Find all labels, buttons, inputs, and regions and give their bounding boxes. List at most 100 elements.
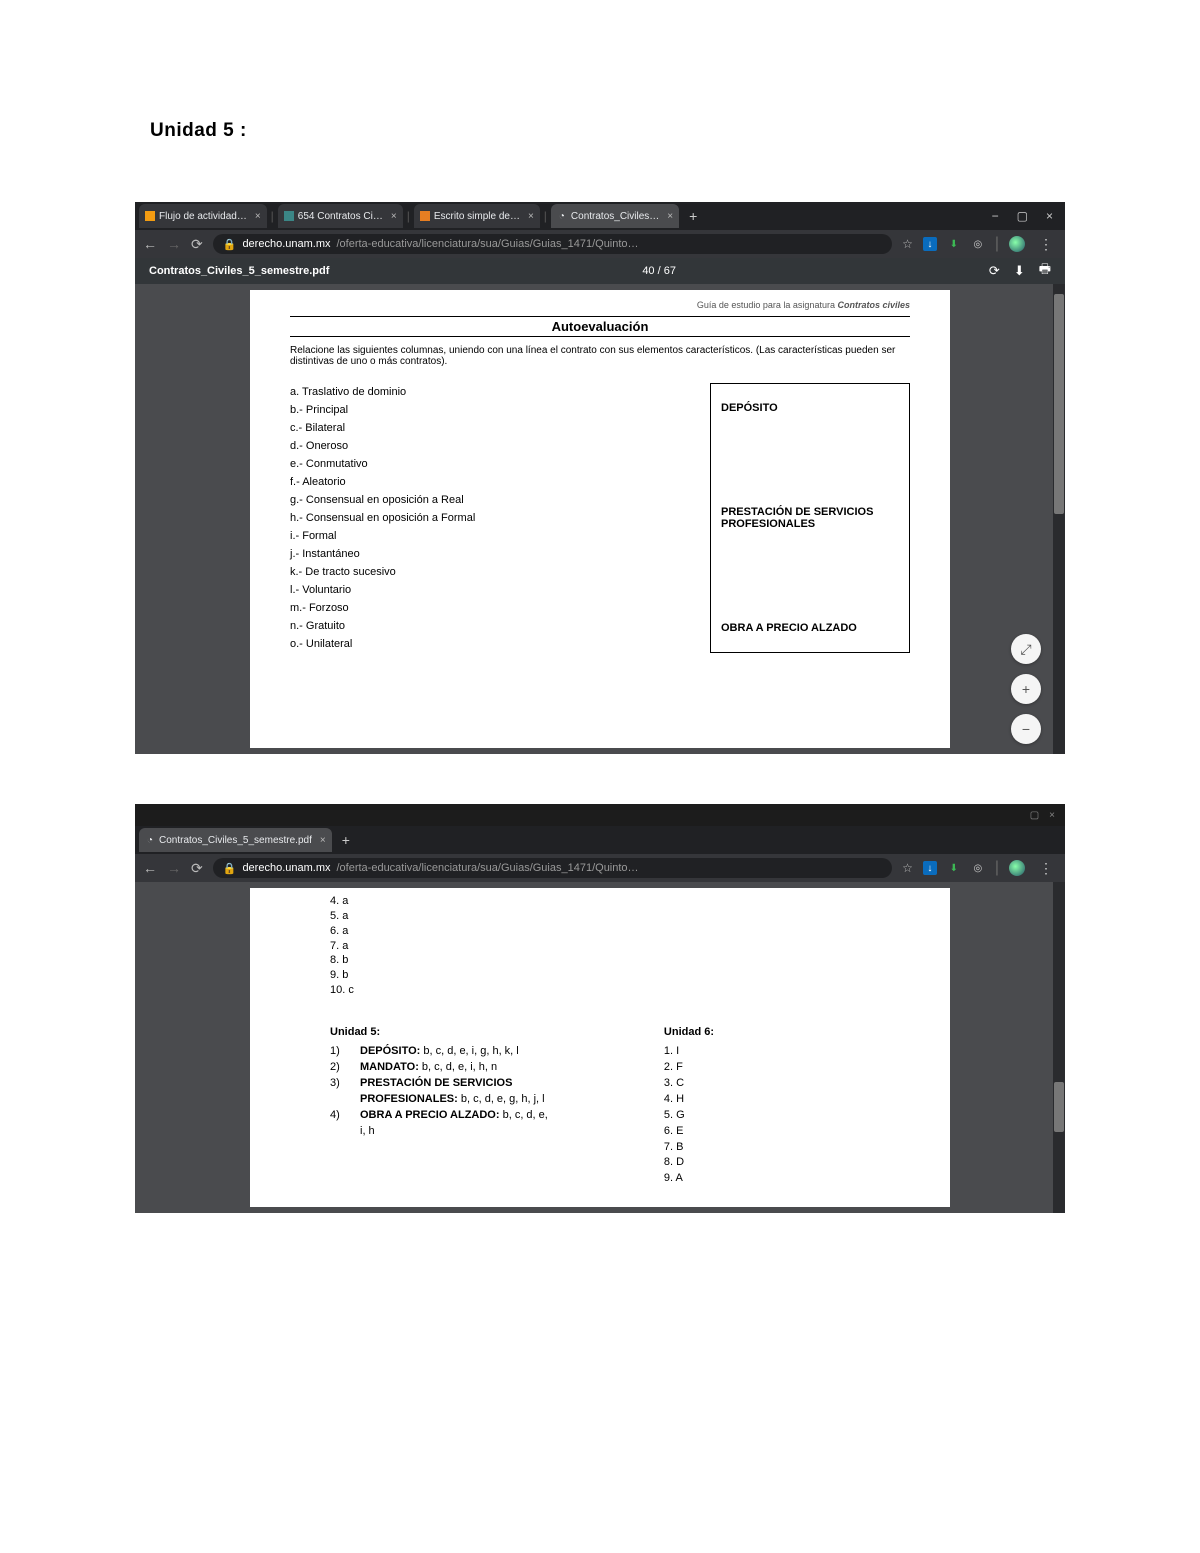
- scrollbar[interactable]: [1053, 882, 1065, 1213]
- answer-row: 5. G: [664, 1108, 890, 1124]
- tab-0[interactable]: Flujo de actividad… ×: [139, 204, 267, 228]
- bookmark-icon[interactable]: ☆: [902, 237, 913, 251]
- list-item: d.- Oneroso: [290, 437, 690, 455]
- idm-extension-icon[interactable]: ↓: [923, 861, 937, 875]
- tab-2[interactable]: Escrito simple de… ×: [414, 204, 540, 228]
- pdf-viewport[interactable]: Guía de estudio para la asignatura Contr…: [135, 284, 1065, 754]
- new-tab-button[interactable]: +: [681, 208, 705, 224]
- list-item: k.- De tracto sucesivo: [290, 563, 690, 581]
- answer-row: 6. E: [664, 1124, 890, 1140]
- tab-strip: ◔ Contratos_Civiles_5_semestre.pdf × +: [135, 826, 1065, 854]
- tab-1[interactable]: 654 Contratos Ci… ×: [278, 204, 403, 228]
- url-field[interactable]: 🔒 derecho.unam.mx /oferta-educativa/lice…: [213, 234, 892, 254]
- close-icon[interactable]: ×: [663, 211, 673, 222]
- doc-header: Guía de estudio para la asignatura Contr…: [290, 300, 910, 316]
- back-button[interactable]: ←: [143, 236, 157, 252]
- profile-avatar[interactable]: [1009, 860, 1025, 876]
- list-item: j.- Instantáneo: [290, 545, 690, 563]
- menu-button[interactable]: ⋮: [1035, 860, 1057, 877]
- maximize-button[interactable]: ▢: [1009, 209, 1036, 223]
- unit6-title: Unidad 6:: [664, 1026, 890, 1038]
- url-domain: derecho.unam.mx: [242, 862, 330, 874]
- answer-row: 5. a: [330, 909, 890, 924]
- answer-row: 7. B: [664, 1140, 890, 1156]
- idm-extension-icon[interactable]: ↓: [923, 237, 937, 251]
- pdf-filename: Contratos_Civiles_5_semestre.pdf: [149, 265, 329, 277]
- browser-window-1: Flujo de actividad… × | 654 Contratos Ci…: [135, 202, 1065, 754]
- zoom-in-button[interactable]: +: [1011, 674, 1041, 704]
- lock-icon: 🔒: [223, 862, 237, 875]
- forward-button[interactable]: →: [167, 236, 181, 252]
- answer-row: 4. H: [664, 1092, 890, 1108]
- close-icon[interactable]: ×: [316, 835, 326, 846]
- tab-label: Contratos_Civiles…: [571, 211, 659, 222]
- answer-row: 9. b: [330, 968, 890, 983]
- answer-row: PROFESIONALES: b, c, d, e, g, h, j, l: [330, 1092, 624, 1108]
- download-icon[interactable]: ⬇: [1014, 263, 1025, 279]
- tab-label: Escrito simple de…: [434, 211, 520, 222]
- close-button[interactable]: ×: [1038, 209, 1061, 223]
- forward-button[interactable]: →: [167, 860, 181, 876]
- answer-row: 3)PRESTACIÓN DE SERVICIOS: [330, 1076, 624, 1092]
- tab-3[interactable]: ◔ Contratos_Civiles… ×: [551, 204, 679, 228]
- list-item: a. Traslativo de dominio: [290, 383, 690, 401]
- scrollbar[interactable]: [1053, 284, 1065, 754]
- close-icon[interactable]: ×: [387, 211, 397, 222]
- rotate-icon[interactable]: ⟳: [989, 263, 1000, 279]
- favicon-icon: [284, 211, 294, 221]
- favicon-icon: [420, 211, 430, 221]
- profile-avatar[interactable]: [1009, 236, 1025, 252]
- tab-label: 654 Contratos Ci…: [298, 211, 383, 222]
- list-item: b.- Principal: [290, 401, 690, 419]
- list-item: m.- Forzoso: [290, 599, 690, 617]
- answer-row: 10. c: [330, 983, 890, 998]
- characteristics-list: a. Traslativo de dominio b.- Principal c…: [290, 383, 690, 653]
- download-extension-icon[interactable]: ⬇: [947, 861, 961, 875]
- tab-0[interactable]: ◔ Contratos_Civiles_5_semestre.pdf ×: [139, 828, 332, 852]
- box-item: OBRA A PRECIO ALZADO: [721, 618, 899, 638]
- zoom-out-button[interactable]: −: [1011, 714, 1041, 744]
- tab-label: Flujo de actividad…: [159, 211, 247, 222]
- url-path: /oferta-educativa/licenciatura/sua/Guias…: [336, 862, 638, 874]
- fit-page-button[interactable]: ⤢: [1011, 634, 1041, 664]
- list-item: g.- Consensual en oposición a Real: [290, 491, 690, 509]
- target-extension-icon[interactable]: ◎: [971, 861, 985, 875]
- target-extension-icon[interactable]: ◎: [971, 237, 985, 251]
- reload-button[interactable]: ⟳: [191, 860, 203, 877]
- box-item: DEPÓSITO: [721, 398, 899, 418]
- page-title: Unidad 5 :: [0, 0, 1200, 182]
- download-extension-icon[interactable]: ⬇: [947, 237, 961, 251]
- close-icon[interactable]: ×: [524, 211, 534, 222]
- answer-row: 4. a: [330, 894, 890, 909]
- contracts-box: DEPÓSITO PRESTACIÓN DE SERVICIOS PROFESI…: [710, 383, 910, 653]
- list-item: e.- Conmutativo: [290, 455, 690, 473]
- reload-button[interactable]: ⟳: [191, 236, 203, 253]
- answer-row: 9. A: [664, 1171, 890, 1187]
- address-bar: ← → ⟳ 🔒 derecho.unam.mx /oferta-educativ…: [135, 854, 1065, 882]
- close-icon[interactable]: ×: [251, 211, 261, 222]
- unit6-answers: Unidad 6: 1. I 2. F 3. C 4. H 5. G 6. E …: [664, 1026, 890, 1187]
- address-bar: ← → ⟳ 🔒 derecho.unam.mx /oferta-educativ…: [135, 230, 1065, 258]
- back-button[interactable]: ←: [143, 860, 157, 876]
- extension-separator: |: [995, 235, 999, 253]
- minimize-button[interactable]: −: [984, 209, 1007, 223]
- answer-row: 8. D: [664, 1155, 890, 1171]
- list-item: h.- Consensual en oposición a Formal: [290, 509, 690, 527]
- extension-separator: |: [995, 859, 999, 877]
- new-tab-button[interactable]: +: [334, 832, 358, 848]
- print-icon[interactable]: 🖶: [1039, 260, 1051, 282]
- url-field[interactable]: 🔒 derecho.unam.mx /oferta-educativa/lice…: [213, 858, 892, 878]
- maximize-button[interactable]: ▢: [1030, 810, 1039, 821]
- url-path: /oferta-educativa/licenciatura/sua/Guias…: [336, 238, 638, 250]
- answer-row: 8. b: [330, 953, 890, 968]
- answer-row: 7. a: [330, 939, 890, 954]
- pdf-viewport[interactable]: 4. a 5. a 6. a 7. a 8. b 9. b 10. c Unid…: [135, 882, 1065, 1213]
- close-button[interactable]: ×: [1049, 810, 1055, 821]
- globe-icon: ◔: [145, 835, 155, 845]
- globe-icon: ◔: [557, 211, 567, 221]
- menu-button[interactable]: ⋮: [1035, 236, 1057, 253]
- bookmark-icon[interactable]: ☆: [902, 861, 913, 875]
- answer-row: 4)OBRA A PRECIO ALZADO: b, c, d, e,: [330, 1108, 624, 1124]
- answer-row: 6. a: [330, 924, 890, 939]
- url-domain: derecho.unam.mx: [242, 238, 330, 250]
